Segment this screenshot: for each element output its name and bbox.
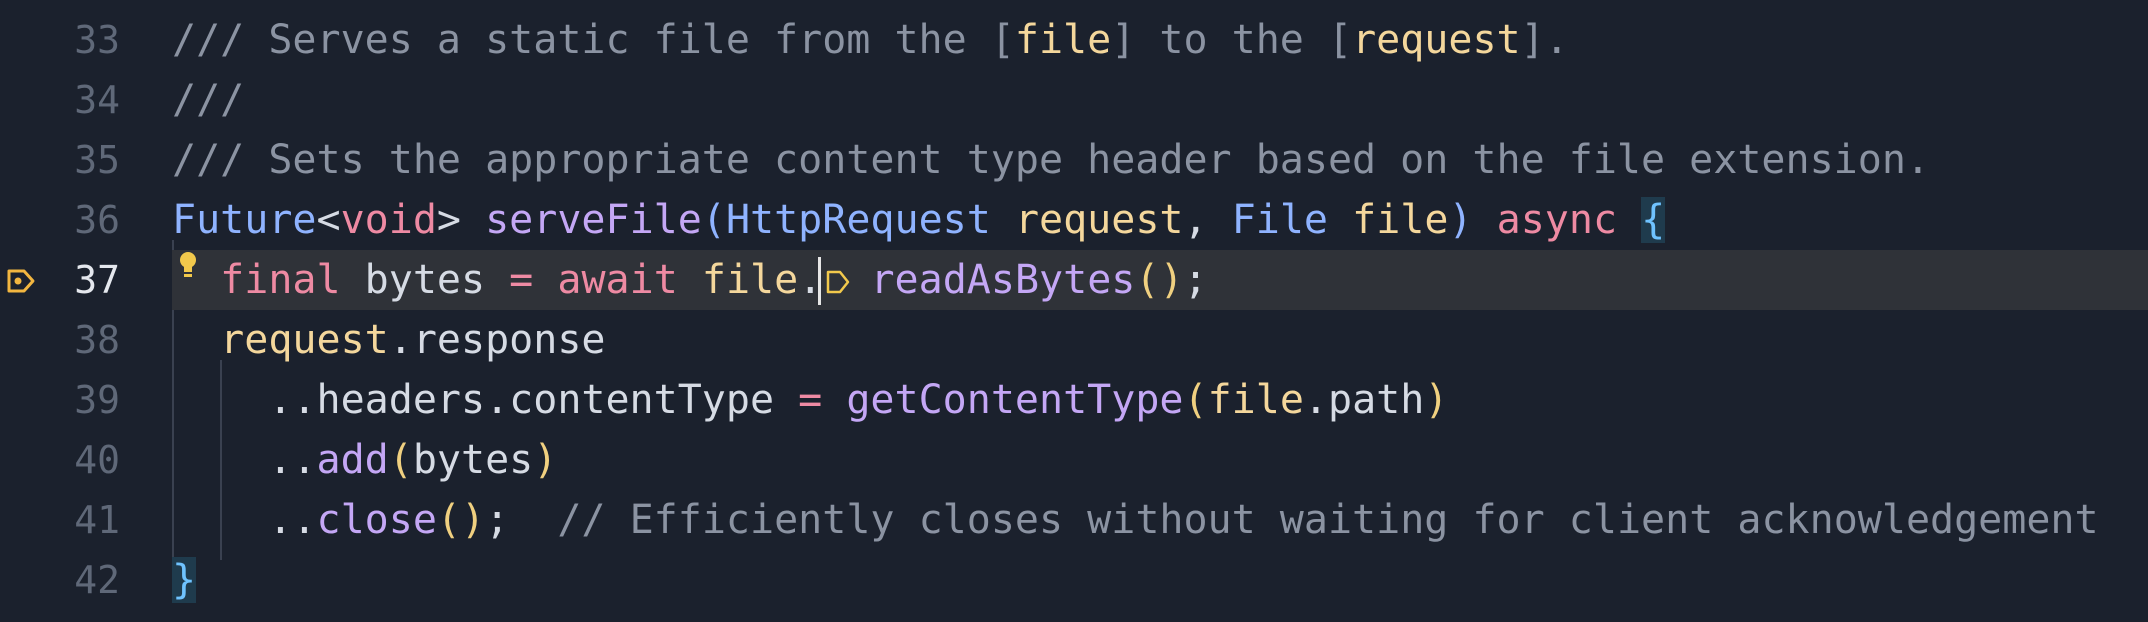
line-code: ..headers.contentType = getContentType(f… [172, 370, 1448, 430]
line-number: 36 [74, 198, 120, 242]
line-code: } [172, 550, 197, 610]
code-token: .. [172, 497, 317, 543]
code-token: file [1014, 17, 1112, 63]
code-token: ( [388, 437, 413, 483]
line-number: 40 [74, 438, 120, 482]
code-token: .response [388, 317, 606, 363]
code-token: ) [1448, 197, 1473, 243]
lightbulb-icon[interactable] [176, 250, 200, 282]
code-line[interactable]: 39 ..headers.contentType = getContentTyp… [0, 370, 2148, 430]
line-number: 42 [74, 558, 120, 602]
code-token: void [340, 197, 437, 243]
code-line[interactable]: 34 /// [0, 70, 2148, 130]
text-caret [818, 257, 821, 305]
line-number: 38 [74, 318, 120, 362]
code-token: ) [1424, 377, 1449, 423]
line-code: /// Serves a static file from the [file]… [172, 10, 1569, 70]
code-token: { [1641, 197, 1666, 243]
code-token: File [1231, 197, 1329, 243]
line-code: final bytes = await file. readAsBytes(); [172, 250, 1208, 310]
code-token: bytes [340, 257, 510, 303]
code-token: /// [172, 77, 245, 123]
code-line[interactable]: 33/// Serves a static file from the [fil… [0, 10, 2148, 70]
code-token: .path [1303, 377, 1425, 423]
line-code: /// Sets the appropriate content type he… [172, 130, 1930, 190]
code-line[interactable]: 35 /// Sets the appropriate content type … [0, 130, 2148, 190]
code-token: /// Sets the appropriate content type he… [172, 137, 1930, 183]
code-token: ) [533, 437, 558, 483]
line-number: 41 [74, 498, 120, 542]
line-code: ..close(); // Efficiently closes without… [172, 490, 2099, 550]
code-token: request [1014, 197, 1184, 243]
code-token: () [1135, 257, 1184, 303]
code-token: HttpRequest [725, 197, 991, 243]
code-token: final [220, 257, 341, 303]
inlay-hint-icon[interactable] [824, 268, 852, 296]
code-token: close [316, 497, 437, 543]
line-code: request.response [172, 310, 606, 370]
code-line[interactable]: 36 Future<void> serveFile(HttpRequest req… [0, 190, 2148, 250]
code-line[interactable]: 38 request.response [0, 310, 2148, 370]
code-token: readAsBytes [870, 257, 1136, 303]
code-token: file [701, 257, 799, 303]
code-token: ; [1183, 257, 1208, 303]
code-token: serveFile [485, 197, 702, 243]
code-token: Future [172, 197, 317, 243]
code-token: > [436, 197, 486, 243]
code-line[interactable]: 37 final bytes = await file. readAsBytes… [0, 250, 2148, 310]
code-token: await [557, 257, 678, 303]
code-token: = [798, 377, 823, 423]
line-number: 33 [74, 18, 120, 62]
code-token: file [1207, 377, 1304, 423]
code-line[interactable]: 42} [0, 550, 2148, 610]
code-token: request [220, 317, 389, 363]
code-token: file [1352, 197, 1449, 243]
code-token: ( [701, 197, 726, 243]
code-token: [ [1327, 17, 1353, 63]
code-token: < [316, 197, 341, 243]
code-token: bytes [412, 437, 534, 483]
code-token: } [172, 557, 197, 603]
code-token: () [436, 497, 486, 543]
code-token: . [1544, 17, 1569, 63]
code-token: getContentType [846, 377, 1184, 423]
code-token: ..headers.contentType [172, 377, 799, 423]
line-number: 35 [74, 138, 120, 182]
code-token: ( [1183, 377, 1208, 423]
line-number: 39 [74, 378, 120, 422]
code-token: [ [990, 17, 1015, 63]
code-token: ] [1520, 17, 1545, 63]
code-token: async [1496, 197, 1618, 243]
line-code: /// [172, 70, 244, 130]
code-token: ] [1111, 17, 1136, 63]
line-code: ..add(bytes) [172, 430, 557, 490]
code-token: = [509, 257, 534, 303]
code-line[interactable]: 41 ..close(); // Efficiently closes with… [0, 490, 2148, 550]
execution-point-icon[interactable] [6, 268, 36, 294]
code-token: , [1183, 197, 1232, 243]
code-token: to the [1135, 17, 1328, 63]
code-token: .. [172, 437, 317, 483]
code-token: /// Serves a static file from the [172, 17, 991, 63]
code-token: request [1352, 17, 1521, 63]
line-number: 34 [74, 78, 120, 122]
code-token: ; [485, 497, 558, 543]
code-editor[interactable]: 33/// Serves a static file from the [fil… [0, 0, 2148, 622]
code-line[interactable]: 40 ..add(bytes) [0, 430, 2148, 490]
code-token: // Efficiently closes without waiting fo… [557, 497, 2099, 543]
line-code: Future<void> serveFile(HttpRequest reque… [172, 190, 1666, 250]
code-token: add [316, 437, 389, 483]
